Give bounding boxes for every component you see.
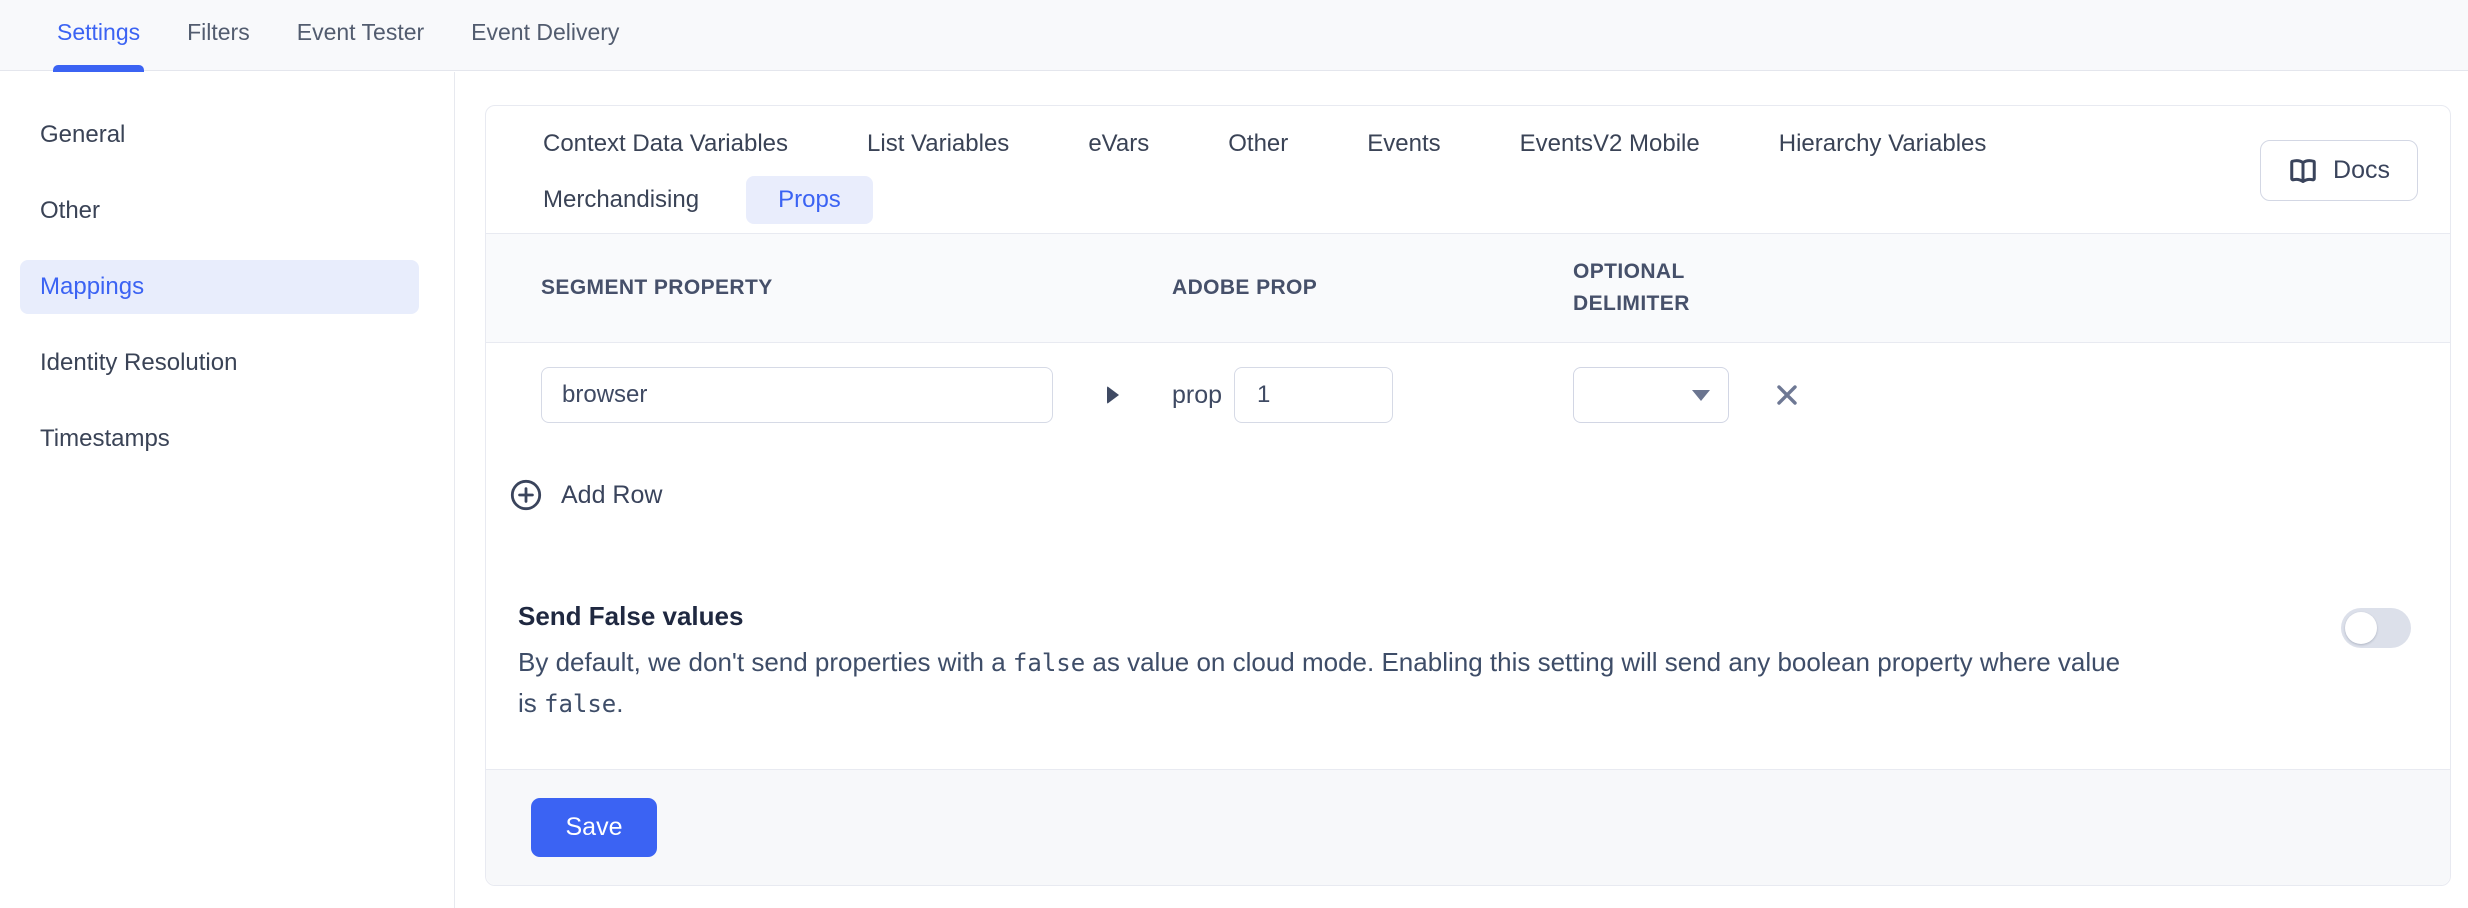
sidebar-item-identity-resolution[interactable]: Identity Resolution xyxy=(20,336,419,390)
variable-tabs: Context Data Variables List Variables eV… xyxy=(511,120,2190,224)
chevron-down-icon xyxy=(1692,390,1710,401)
tab-event-tester[interactable]: Event Tester xyxy=(297,19,424,46)
tab-list-variables[interactable]: List Variables xyxy=(835,120,1041,168)
add-row-label: Add Row xyxy=(561,481,662,510)
sidebar-item-general[interactable]: General xyxy=(20,108,419,162)
settings-sidebar: General Other Mappings Identity Resoluti… xyxy=(0,72,455,908)
tab-events[interactable]: Events xyxy=(1335,120,1472,168)
mapping-table-body: prop Add Row xyxy=(486,343,2450,512)
send-false-values-description: By default, we don't send properties wit… xyxy=(518,642,2120,724)
tab-context-data-variables[interactable]: Context Data Variables xyxy=(511,120,820,168)
sidebar-item-other[interactable]: Other xyxy=(20,184,419,238)
settings-sidebar-list: General Other Mappings Identity Resoluti… xyxy=(0,72,454,466)
variable-tabs-bar: Context Data Variables List Variables eV… xyxy=(486,106,2450,233)
tab-other[interactable]: Other xyxy=(1196,120,1320,168)
docs-button-label: Docs xyxy=(2333,156,2390,185)
tab-props[interactable]: Props xyxy=(746,176,873,224)
destination-nav-bar: Settings Filters Event Tester Event Deli… xyxy=(0,0,2468,71)
mapping-table-header: SEGMENT PROPERTY ADOBE PROP OPTIONAL DEL… xyxy=(486,233,2450,343)
adobe-prop-prefix-label: prop xyxy=(1172,381,1222,410)
docs-button[interactable]: Docs xyxy=(2260,140,2418,201)
send-false-values-section: Send False values By default, we don't s… xyxy=(486,600,2450,724)
tab-eventsv2-mobile[interactable]: EventsV2 Mobile xyxy=(1488,120,1732,168)
column-header-optional-delimiter: OPTIONAL DELIMITER xyxy=(1573,256,1733,320)
tab-event-delivery[interactable]: Event Delivery xyxy=(471,19,619,46)
inline-code-false: false xyxy=(1013,649,1085,677)
send-false-values-toggle[interactable] xyxy=(2341,608,2411,648)
column-header-segment-property: SEGMENT PROPERTY xyxy=(541,276,1172,300)
card-footer: Save xyxy=(486,769,2450,885)
save-button[interactable]: Save xyxy=(531,798,657,857)
mapping-arrow-cell xyxy=(1053,386,1172,404)
remove-row-icon[interactable] xyxy=(1773,381,1801,409)
tab-filters[interactable]: Filters xyxy=(187,19,250,46)
adobe-prop-number-input[interactable] xyxy=(1234,367,1393,423)
destination-nav-tabs: Settings Filters Event Tester Event Deli… xyxy=(0,0,2468,46)
adobe-prop-cell: prop xyxy=(1172,367,1573,423)
tab-hierarchy-variables[interactable]: Hierarchy Variables xyxy=(1747,120,2019,168)
book-open-icon xyxy=(2288,156,2318,186)
segment-property-input[interactable] xyxy=(541,367,1053,423)
arrow-right-icon xyxy=(1107,386,1119,404)
add-row-button[interactable]: Add Row xyxy=(509,478,662,512)
tab-merchandising[interactable]: Merchandising xyxy=(511,176,731,224)
circle-plus-icon xyxy=(509,478,543,512)
sidebar-item-mappings[interactable]: Mappings xyxy=(20,260,419,314)
tab-settings[interactable]: Settings xyxy=(57,19,140,46)
inline-code-false: false xyxy=(544,690,616,718)
optional-delimiter-select[interactable] xyxy=(1573,367,1729,423)
send-false-values-title: Send False values xyxy=(518,600,2120,632)
sidebar-item-timestamps[interactable]: Timestamps xyxy=(20,412,419,466)
toggle-knob xyxy=(2345,612,2377,644)
tab-evars[interactable]: eVars xyxy=(1056,120,1181,168)
send-false-values-text: Send False values By default, we don't s… xyxy=(518,600,2120,724)
mapping-row: prop xyxy=(541,367,2395,423)
mappings-card: Context Data Variables List Variables eV… xyxy=(485,105,2451,886)
column-header-adobe-prop: ADOBE PROP xyxy=(1172,276,1573,300)
